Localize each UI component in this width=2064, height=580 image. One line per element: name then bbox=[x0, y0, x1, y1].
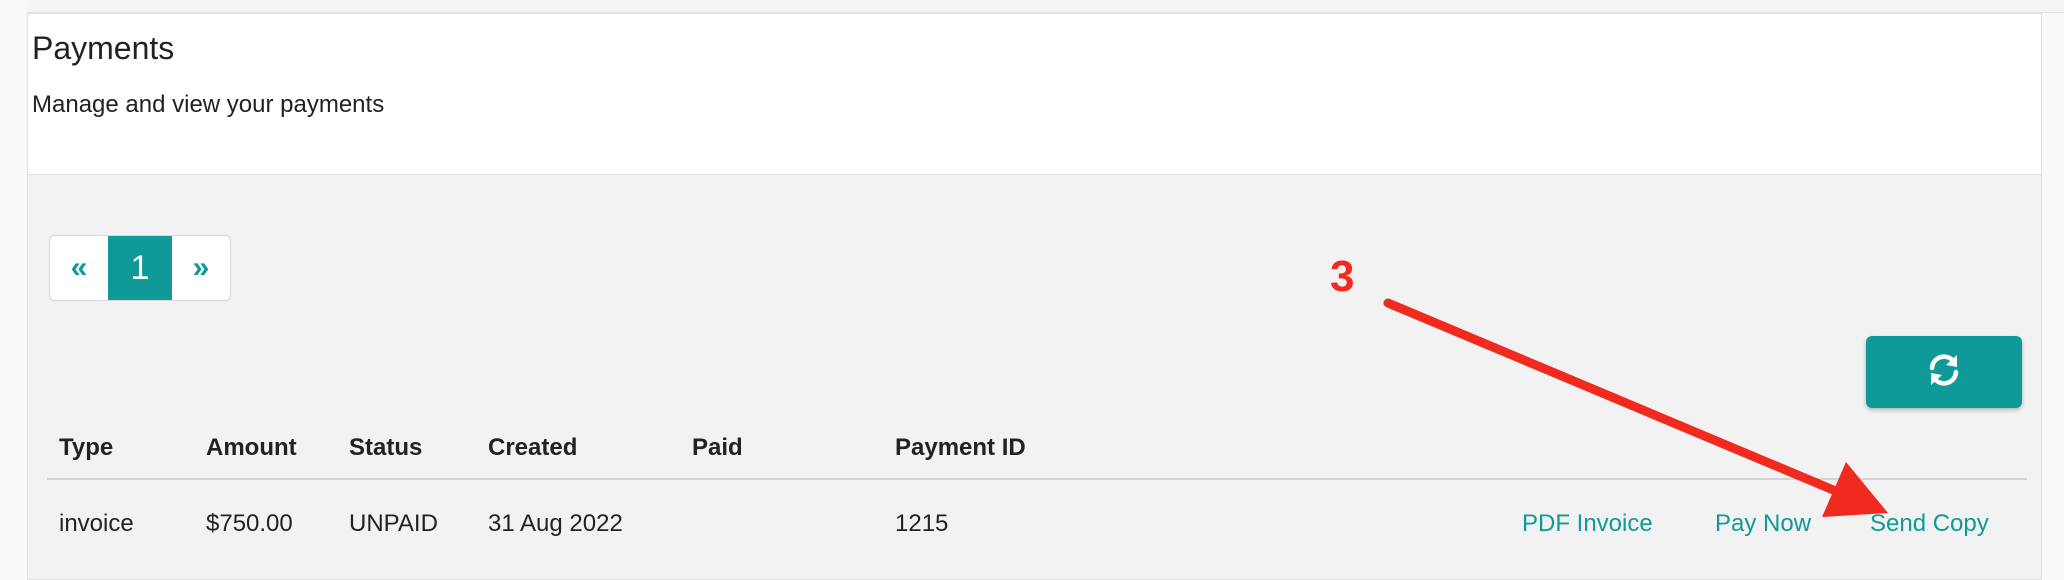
refresh-button[interactable] bbox=[1866, 336, 2022, 408]
table-header: Type Amount Status Created Paid Payment … bbox=[47, 434, 2027, 480]
pay-now-link[interactable]: Pay Now bbox=[1715, 510, 1811, 538]
col-status: Status bbox=[349, 434, 423, 461]
col-amount: Amount bbox=[206, 434, 297, 461]
table-row: invoice $750.00 UNPAID 31 Aug 2022 1215 … bbox=[47, 480, 2027, 542]
cell-created: 31 Aug 2022 bbox=[488, 510, 623, 537]
page-subtitle: Manage and view your payments bbox=[32, 91, 385, 118]
payments-table: Type Amount Status Created Paid Payment … bbox=[47, 434, 2027, 542]
pagination: « 1 » bbox=[49, 235, 231, 301]
col-type: Type bbox=[59, 434, 114, 461]
col-created: Created bbox=[488, 434, 578, 461]
refresh-icon bbox=[1926, 352, 1962, 393]
pagination-prev-button[interactable]: « bbox=[50, 236, 108, 300]
cell-status: UNPAID bbox=[349, 510, 438, 537]
pdf-invoice-link[interactable]: PDF Invoice bbox=[1522, 510, 1653, 538]
top-strip bbox=[27, 0, 2064, 13]
col-payment-id: Payment ID bbox=[895, 434, 1026, 461]
annotation-step-number: 3 bbox=[1330, 252, 1355, 301]
cell-payment-id: 1215 bbox=[895, 510, 949, 537]
cell-amount: $750.00 bbox=[206, 510, 293, 537]
send-copy-link[interactable]: Send Copy bbox=[1870, 510, 1989, 538]
pagination-next-button[interactable]: » bbox=[172, 236, 230, 300]
pagination-page-1[interactable]: 1 bbox=[108, 236, 172, 300]
cell-type: invoice bbox=[59, 510, 134, 537]
page-title: Payments bbox=[32, 30, 175, 66]
panel-header: Payments Manage and view your payments bbox=[28, 14, 2041, 175]
col-paid: Paid bbox=[692, 434, 743, 461]
payments-panel: Payments Manage and view your payments «… bbox=[27, 13, 2042, 580]
